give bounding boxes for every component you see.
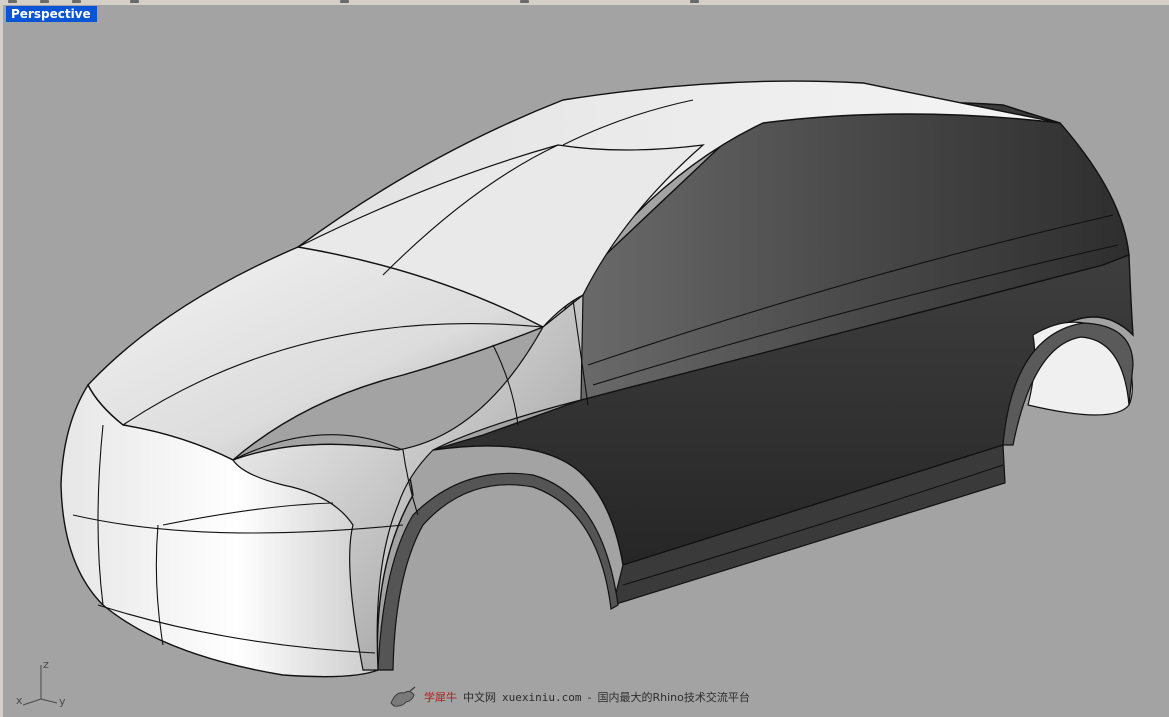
undo-icon[interactable] [72, 0, 81, 3]
cut-icon[interactable] [40, 0, 49, 3]
watermark-brand: 学犀牛 [424, 691, 457, 704]
axis-y-label: y [59, 695, 66, 708]
perspective-viewport[interactable]: Perspective z x y 学犀牛 中文网 xuexiniu.com -… [3, 5, 1169, 717]
viewport-title[interactable]: Perspective [6, 6, 97, 22]
watermark-slogan: 国内最大的Rhino技术交流平台 [597, 691, 750, 704]
render-icon[interactable] [690, 0, 699, 3]
axis-x-label: x [16, 694, 23, 707]
zoom-icon[interactable] [340, 0, 349, 3]
rhino-logo-icon [390, 686, 416, 707]
watermark-url: xuexiniu.com [502, 690, 582, 704]
watermark-separator: - [587, 690, 592, 704]
save-icon[interactable] [8, 0, 17, 3]
rotate-icon[interactable] [520, 0, 529, 3]
watermark: 学犀牛 中文网 xuexiniu.com - 国内最大的Rhino技术交流平台 [388, 685, 750, 709]
axis-z-label: z [43, 658, 49, 671]
pan-icon[interactable] [130, 0, 139, 3]
car-body-model[interactable] [3, 5, 1169, 717]
watermark-site-name: 中文网 [463, 691, 496, 704]
